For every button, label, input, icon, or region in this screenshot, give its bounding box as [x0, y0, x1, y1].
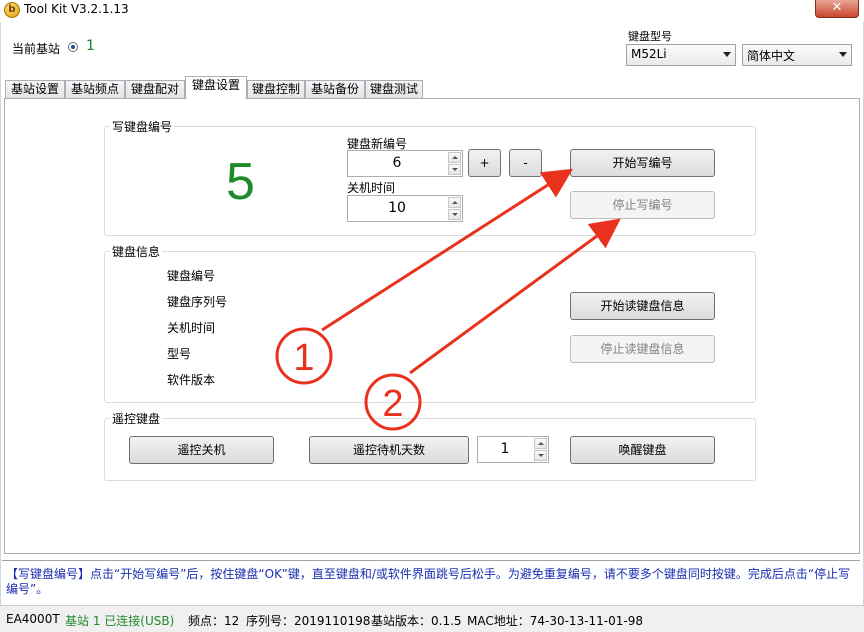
annotation-arrow-2	[409, 218, 621, 375]
status-connection: 基站 1 已连接(USB)	[65, 614, 175, 628]
status-mac-address: MAC地址：74-30-13-11-01-98	[467, 614, 643, 628]
status-station-version: 基站版本：0.1.5	[371, 614, 462, 628]
status-serial: 序列号：2019110198	[246, 614, 371, 628]
help-text: 【写键盘编号】点击“开始写编号”后，按住键盘“OK”键，直至键盘和/或软件界面跳…	[6, 567, 851, 596]
status-frequency: 频点：12	[188, 614, 240, 628]
annotation-marker-2-label: 2	[382, 383, 403, 425]
status-device: EA4000T	[6, 612, 60, 626]
annotation-marker-1-label: 1	[293, 337, 314, 379]
tab-keyboard-settings[interactable]: 键盘设置	[185, 76, 247, 99]
annotation-arrow-1	[321, 168, 574, 332]
annotation-overlay: 1 2	[275, 168, 621, 431]
